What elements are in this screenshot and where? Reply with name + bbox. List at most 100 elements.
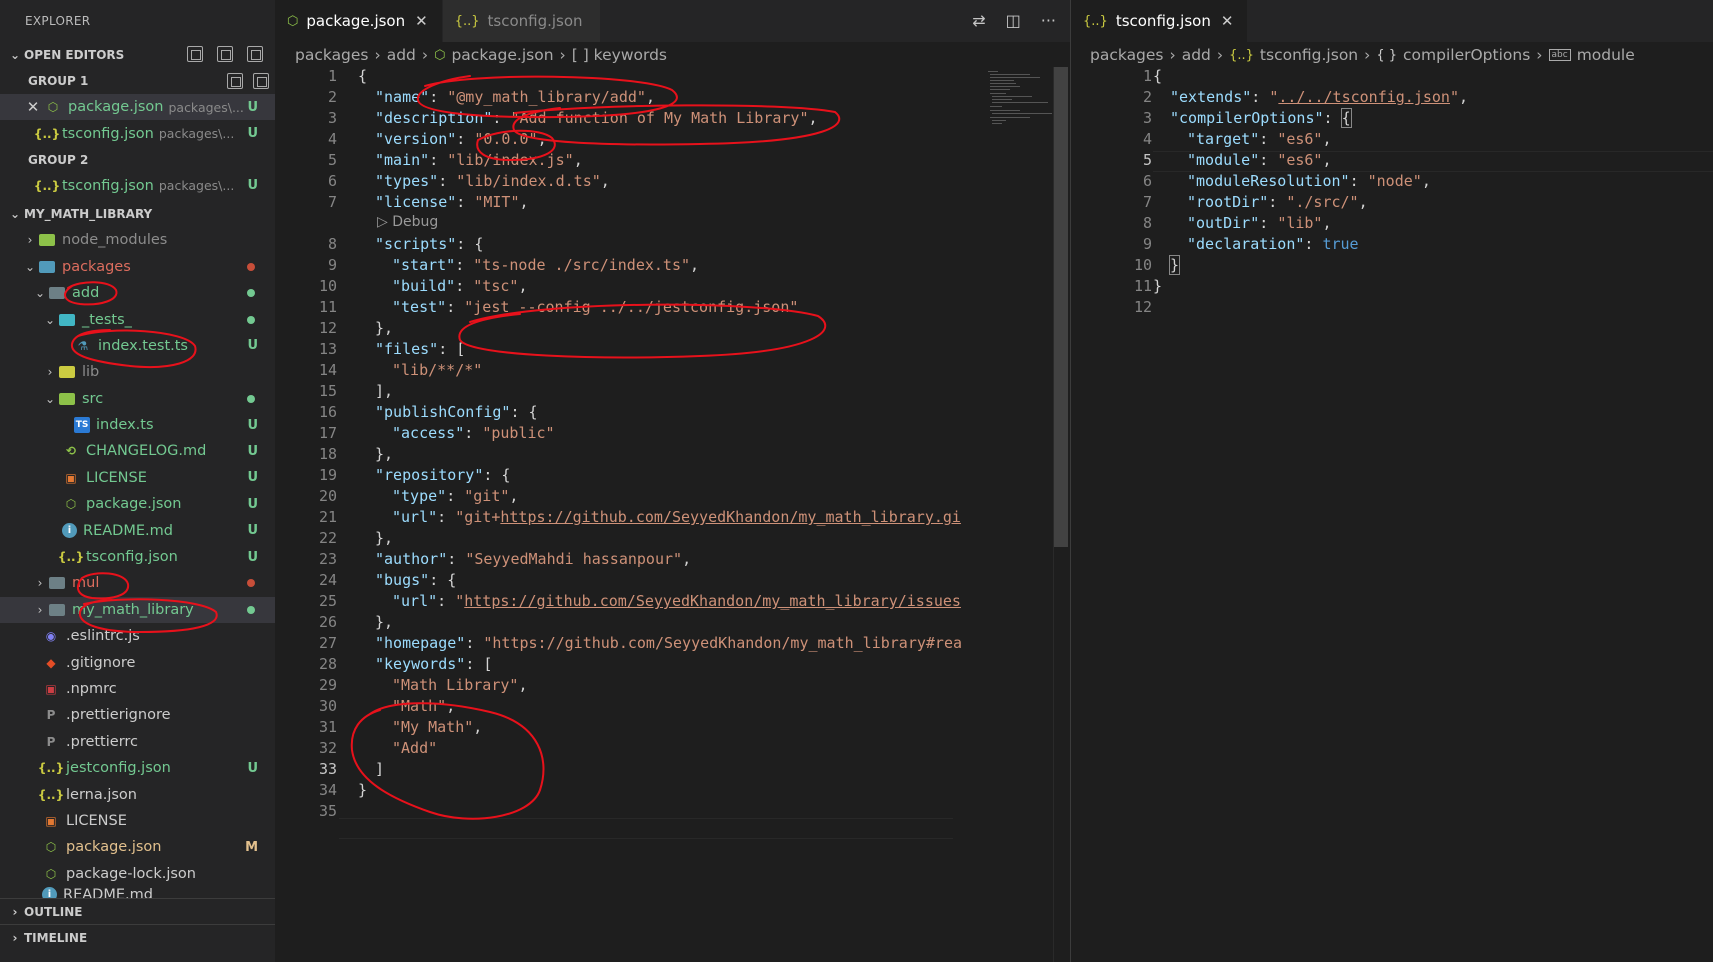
code-line: "build": "tsc", xyxy=(392,277,528,295)
folder-icon xyxy=(48,601,66,619)
chevron-down-icon: ⌄ xyxy=(9,207,21,222)
open-editor-tsconfig-json[interactable]: {..} tsconfig.json packages\... U xyxy=(0,120,275,146)
tree-item-lerna[interactable]: {..} lerna.json xyxy=(0,781,275,807)
line-number: 6 xyxy=(1142,172,1152,190)
tree-item-index-ts[interactable]: TS index.ts U xyxy=(0,412,275,438)
tree-item-tests[interactable]: ⌄ _tests_ xyxy=(0,306,275,332)
breadcrumb-item[interactable]: add xyxy=(387,46,416,64)
extends-link[interactable]: ../../tsconfig.json xyxy=(1278,88,1450,106)
open-editor-package-json[interactable]: ✕ ⬡ package.json packages\... U xyxy=(0,94,275,121)
tree-item-license-root[interactable]: ▣ LICENSE xyxy=(0,808,275,834)
save-all-icon[interactable] xyxy=(217,46,233,62)
line-number: 24 xyxy=(318,571,337,589)
close-all-icon[interactable] xyxy=(247,46,263,62)
current-line-highlight xyxy=(339,818,953,839)
vertical-scrollbar[interactable] xyxy=(1053,67,1068,962)
history-icon: ⟲ xyxy=(65,444,77,459)
line-number: 1 xyxy=(1142,67,1152,85)
tab-tsconfig-json[interactable]: {..} tsconfig.json xyxy=(442,0,601,42)
close-group-icon[interactable] xyxy=(253,73,269,89)
line-number: 5 xyxy=(327,151,337,169)
breadcrumb: packages › add › ⬡ package.json › [ ] ke… xyxy=(275,42,1070,68)
code-editor[interactable]: 1 2 3 4 5 6 7 8 9 10 11 12 13 14 15 16 17 18 19 20 21 22 23 24 2… xyxy=(275,67,1070,962)
minimap-area[interactable] xyxy=(978,67,1053,962)
timeline-header[interactable]: › TIMELINE xyxy=(0,924,275,950)
close-icon[interactable]: ✕ xyxy=(1221,12,1234,30)
line-number: 16 xyxy=(318,403,337,421)
prettier-icon: P xyxy=(46,708,56,723)
tree-item-mul[interactable]: › mul xyxy=(0,570,275,596)
code-editor[interactable]: 1 2 3 4 5 6 7 8 9 10 11 12 { "extends": "../../tsco… xyxy=(1071,67,1713,962)
split-editor-icon[interactable]: ◫ xyxy=(1006,11,1021,30)
explorer-sidebar: EXPLORER ⌄ OPEN EDITORS GROUP 1 ✕ ⬡ pack… xyxy=(0,0,275,962)
tree-item-index-test-ts[interactable]: ⚗ index.test.ts U xyxy=(0,333,275,359)
line-number: 5 xyxy=(1142,151,1152,169)
status-dot xyxy=(247,579,255,588)
chevron-right-icon: › xyxy=(421,46,429,64)
tree-item-lib[interactable]: › lib xyxy=(0,359,275,385)
tree-item-add[interactable]: ⌄ add xyxy=(0,280,275,306)
tree-item-npmrc[interactable]: ▣ .npmrc xyxy=(0,676,275,702)
tree-item-my-math-library[interactable]: › my_math_library xyxy=(0,596,275,624)
tree-item-package-root[interactable]: ⬡ package.json M xyxy=(0,834,275,860)
tree-item-package-inner[interactable]: ⬡ package.json U xyxy=(0,491,275,517)
flask-icon: ⚗ xyxy=(77,338,89,353)
breadcrumb-item[interactable]: packages xyxy=(295,46,369,64)
license-icon: ▣ xyxy=(45,813,57,828)
line-number: 2 xyxy=(327,88,337,106)
outline-header[interactable]: › OUTLINE xyxy=(0,898,275,924)
line-number: 30 xyxy=(318,697,337,715)
line-number: 35 xyxy=(318,802,337,820)
line-number: 21 xyxy=(318,508,337,526)
breadcrumb-item[interactable]: tsconfig.json xyxy=(1260,46,1358,64)
tree-item-readme-inner[interactable]: i README.md U xyxy=(0,517,275,543)
breadcrumb-item[interactable]: [ ] keywords xyxy=(572,46,667,64)
workspace-header[interactable]: ⌄ MY_MATH_LIBRARY xyxy=(0,201,275,227)
open-changes-icon[interactable]: ⇄ xyxy=(972,11,985,30)
tree-item-tsconfig-inner[interactable]: {..} tsconfig.json U xyxy=(0,544,275,570)
tree-item-jestconfig[interactable]: {..} jestconfig.json U xyxy=(0,755,275,781)
tree-item-changelog[interactable]: ⟲ CHANGELOG.md U xyxy=(0,438,275,464)
tree-item-gitignore[interactable]: ◆ .gitignore xyxy=(0,649,275,675)
line-number: 20 xyxy=(318,487,337,505)
breadcrumb-item[interactable]: packages xyxy=(1090,46,1164,64)
breadcrumb-item[interactable]: compilerOptions xyxy=(1403,46,1530,64)
close-icon[interactable]: ✕ xyxy=(415,12,428,30)
more-actions-icon[interactable]: ··· xyxy=(1041,11,1056,30)
code-line: "Math Library", xyxy=(392,676,528,694)
tree-item-license-inner[interactable]: ▣ LICENSE U xyxy=(0,465,275,491)
repo-link[interactable]: https://github.com/SeyyedKhandon/my_math… xyxy=(500,508,961,526)
tree-item-package-lock[interactable]: ⬡ package-lock.json xyxy=(0,861,275,887)
scrollbar-thumb[interactable] xyxy=(1054,67,1068,547)
save-group-icon[interactable] xyxy=(227,73,243,89)
tree-item-prettierrc[interactable]: P .prettierrc xyxy=(0,729,275,755)
status-dot xyxy=(247,289,255,298)
line-number: 8 xyxy=(327,235,337,253)
tab-tsconfig-json[interactable]: {..} tsconfig.json ✕ xyxy=(1071,0,1249,42)
tree-item-src[interactable]: ⌄ src xyxy=(0,386,275,412)
status-dot xyxy=(247,394,255,403)
tree-item-prettierignore[interactable]: P .prettierignore xyxy=(0,702,275,728)
tree-item-node-modules[interactable]: › node_modules xyxy=(0,227,275,253)
tab-package-json[interactable]: ⬡ package.json ✕ xyxy=(275,0,443,42)
code-line: "declaration": true xyxy=(1187,235,1359,253)
breadcrumb-item[interactable]: package.json xyxy=(451,46,553,64)
tree-item-eslintrc[interactable]: ◉ .eslintrc.js xyxy=(0,623,275,649)
status-dot xyxy=(247,315,255,324)
code-line: "url": "git+https://github.com/SeyyedKha… xyxy=(392,508,961,526)
open-editor-tsconfig-json-group2[interactable]: {..} tsconfig.json packages\... U xyxy=(0,173,275,199)
breadcrumb-item[interactable]: add xyxy=(1182,46,1211,64)
npm-square-icon: ▣ xyxy=(45,682,57,696)
npm-icon: ⬡ xyxy=(45,840,57,855)
eslint-icon: ◉ xyxy=(45,629,57,644)
breadcrumb-item[interactable]: module xyxy=(1577,46,1635,64)
tree-item-packages[interactable]: ⌄ packages xyxy=(0,254,275,280)
folder-icon xyxy=(48,574,66,592)
new-untitled-file-icon[interactable] xyxy=(187,46,203,62)
folder-icon xyxy=(38,231,56,249)
close-icon[interactable]: ✕ xyxy=(24,98,42,116)
debug-codelens[interactable]: ▷ Debug xyxy=(377,214,438,230)
bugs-link[interactable]: https://github.com/SeyyedKhandon/my_math… xyxy=(464,592,961,610)
code-line: "rootDir": "./src/", xyxy=(1187,193,1368,211)
open-editors-header[interactable]: ⌄ OPEN EDITORS xyxy=(0,42,275,68)
